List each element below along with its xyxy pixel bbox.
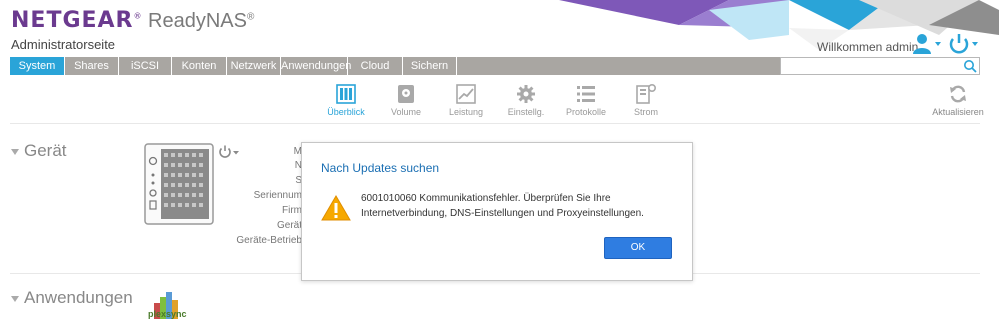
tab-iscsi[interactable]: iSCSI [119, 57, 172, 75]
device-label: Seriennum [253, 190, 302, 201]
collapse-triangle-icon [11, 295, 19, 302]
tab-netzwerk[interactable]: Netzwerk [227, 57, 281, 75]
subtab-label: Einstellg. [507, 107, 545, 117]
device-section-title[interactable]: Gerät [11, 141, 67, 161]
subtab-overview[interactable]: Überblick [316, 84, 376, 117]
device-label: S [295, 175, 302, 186]
device-label: Gerät [276, 220, 302, 231]
ok-button[interactable]: OK [604, 237, 672, 259]
dialog-title: Nach Updates suchen [321, 161, 440, 175]
subtab-settings[interactable]: Einstellg. [496, 84, 556, 117]
user-menu-button[interactable] [912, 33, 944, 55]
overview-icon [336, 84, 356, 104]
dialog-message-line: 6001010060 Kommunikationsfehler. Überprü… [361, 193, 611, 204]
refresh-label: Aktualisieren [932, 107, 984, 117]
tab-anwendungen[interactable]: Anwendungen [281, 57, 351, 75]
tab-system[interactable]: System [10, 57, 65, 75]
refresh-icon [950, 85, 966, 103]
device-label: M [293, 146, 302, 157]
subtab-label: Überblick [327, 107, 365, 117]
tab-cloud[interactable]: Cloud [348, 57, 403, 75]
apps-section-label: Anwendungen [24, 288, 133, 307]
page-subtitle: Administratorseite [11, 37, 116, 52]
tab-shares[interactable]: Shares [65, 57, 119, 75]
settings-gear-icon [517, 85, 535, 103]
tab-sichern[interactable]: Sichern [403, 57, 457, 75]
dialog-message: 6001010060 Kommunikationsfehler. Überprü… [361, 191, 681, 221]
volume-icon [398, 85, 414, 103]
performance-icon [456, 84, 476, 104]
subtab-label: Strom [633, 107, 658, 117]
device-label: Geräte-Betrieb [236, 235, 302, 246]
device-label: N [294, 160, 302, 171]
device-section-label: Gerät [24, 141, 67, 160]
collapse-triangle-icon [11, 148, 19, 155]
nas-device-image [144, 143, 214, 225]
search-input[interactable] [780, 57, 980, 75]
dialog-message-line: Internetverbindung, DNS-Einstellungen un… [361, 208, 644, 219]
subtab-volume[interactable]: Volume [376, 84, 436, 117]
subtab-label: Volume [390, 107, 422, 117]
update-check-dialog: Nach Updates suchen 6001010060 Kommunika… [301, 142, 693, 281]
subtab-logs[interactable]: Protokolle [556, 84, 616, 117]
search-icon[interactable] [963, 59, 977, 73]
user-icon [913, 34, 941, 54]
warning-icon [321, 195, 351, 221]
netgear-logo: NETGEAR® [11, 8, 143, 33]
power-settings-icon [636, 84, 656, 104]
logs-icon [577, 86, 595, 102]
app-logo-text: plexsync [148, 309, 187, 319]
tab-konten[interactable]: Konten [172, 57, 227, 75]
plexsync-app-logo[interactable]: plexsync [146, 289, 190, 324]
device-label: Firm [282, 205, 302, 216]
apps-section-title[interactable]: Anwendungen [11, 288, 133, 308]
power-menu-button[interactable] [947, 33, 981, 55]
welcome-text: Willkommen admin [817, 40, 919, 54]
subtab-power[interactable]: Strom [616, 84, 676, 117]
product-name: ReadyNAS® [148, 10, 255, 32]
divider [10, 123, 980, 124]
power-icon [949, 34, 978, 54]
subtab-performance[interactable]: Leistung [436, 84, 496, 117]
subtab-label: Protokolle [565, 107, 607, 117]
subtab-label: Leistung [448, 107, 484, 117]
refresh-button[interactable]: Aktualisieren [928, 84, 988, 117]
